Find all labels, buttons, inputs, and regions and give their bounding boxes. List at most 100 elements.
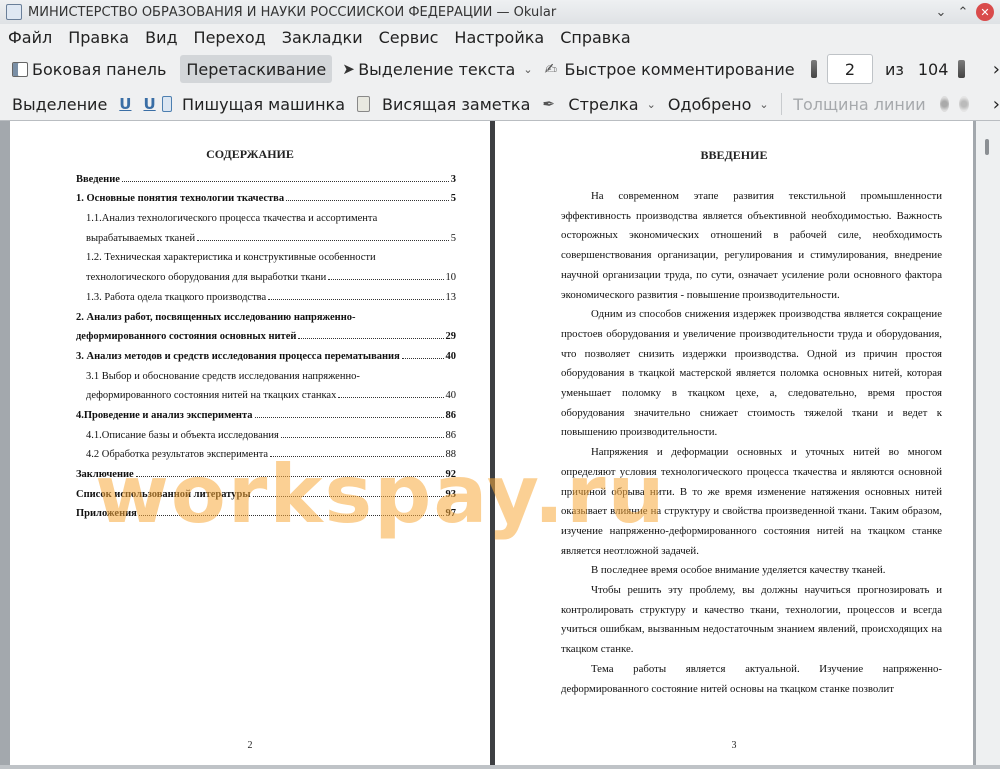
next-page-button[interactable] xyxy=(958,60,965,78)
sidebar-toggle-button[interactable]: Боковая панель xyxy=(6,55,172,83)
menu-go[interactable]: Переход xyxy=(186,28,274,47)
toc-leader-dots xyxy=(252,495,444,497)
paragraph: Чтобы решить эту проблему, вы должны нау… xyxy=(561,584,942,656)
toc-leader-dots xyxy=(298,338,444,340)
page-number: 2 xyxy=(247,740,253,751)
toc-leader-dots xyxy=(401,357,444,359)
toc-entry-text: вырабатываемых тканей xyxy=(86,232,196,244)
toc-row: 4.Проведение и анализ эксперимента 86 xyxy=(76,401,456,421)
menu-file[interactable]: Файл xyxy=(0,28,60,47)
menu-settings[interactable]: Настройка xyxy=(446,28,552,47)
chevron-down-icon[interactable]: ⌄ xyxy=(523,63,532,76)
toc-row: Приложения 97 xyxy=(76,500,456,520)
toc-entry-text: Введение xyxy=(76,173,120,185)
toolbar-overflow-icon[interactable]: › xyxy=(993,59,1000,80)
toc-leader-dots xyxy=(268,298,444,300)
highlighter-label: Выделение xyxy=(12,94,108,114)
toc-row: Введение 3 xyxy=(76,165,456,185)
note-icon xyxy=(357,96,370,112)
previous-page-button[interactable] xyxy=(810,60,818,78)
toolbar-overflow-icon[interactable]: › xyxy=(993,94,1000,115)
menu-view[interactable]: Вид xyxy=(137,28,185,47)
page-number-input[interactable]: 2 xyxy=(827,54,873,84)
stamp-tool-button[interactable]: Одобрено ⌄ xyxy=(662,90,775,118)
toc-leader-dots xyxy=(328,279,444,281)
toc-entry-text: 4.Проведение и анализ эксперимента xyxy=(76,409,253,421)
page-2: СОДЕРЖАНИЕ Введение 3 1. Основные понятия … xyxy=(10,121,490,765)
document-view[interactable]: СОДЕРЖАНИЕ Введение 3 1. Основные понятия … xyxy=(0,121,1000,765)
vertical-scrollbar[interactable] xyxy=(976,121,1000,765)
toc-row: 1.3. Работа одела ткацкого производства 1… xyxy=(76,283,456,303)
opacity-icon[interactable] xyxy=(959,96,969,112)
toc-entry-text: технологического оборудования для вырабо… xyxy=(86,272,327,284)
sidebar-label: Боковая панель xyxy=(32,59,167,79)
scrollbar-thumb[interactable] xyxy=(985,139,989,155)
toc-entry-text: Заключение xyxy=(76,469,134,480)
toc-row: 2. Анализ работ, посвященных исследовани… xyxy=(76,303,456,323)
menu-bookmarks[interactable]: Закладки xyxy=(274,28,371,47)
sidebar-icon xyxy=(12,61,28,77)
toc-page-number: 92 xyxy=(445,469,457,480)
chevron-down-icon[interactable]: ⌄ xyxy=(647,98,656,111)
toc-entry-text: деформированного состояния основных ните… xyxy=(76,331,297,343)
inline-note-button[interactable]: Висящая заметка xyxy=(351,90,536,118)
paragraph: Одним из способов снижения издержек прои… xyxy=(561,308,942,439)
line-width-control[interactable]: Толщина линии xyxy=(787,90,932,118)
highlighter-button[interactable]: Выделение xyxy=(6,90,113,118)
text-select-label: Выделение текста xyxy=(358,59,516,79)
page-3: ВВЕДЕНИЕ На современном этапе развития т… xyxy=(495,121,973,765)
intro-heading: ВВЕДЕНИЕ xyxy=(700,148,768,162)
toc-entry-text: 4.2 Обработка результатов эксперимента xyxy=(86,449,269,461)
toc-leader-dots xyxy=(280,436,444,438)
toc-page-number: 40 xyxy=(445,390,457,402)
arrow-tool-button[interactable]: ✒ Стрелка ⌄ xyxy=(536,90,661,118)
line-width-label: Толщина линии xyxy=(793,94,926,114)
toc-leader-dots xyxy=(135,476,444,477)
strikeout-icon[interactable] xyxy=(161,96,173,112)
toc-row: 3. Анализ методов и средств исследования… xyxy=(76,342,456,362)
close-icon[interactable]: ✕ xyxy=(976,3,994,21)
toc-row: 1.2. Техническая характеристика и констр… xyxy=(76,244,456,263)
quick-annotation-button[interactable]: ✍ Быстрое комментирование xyxy=(539,55,801,83)
pen-icon: ✒ xyxy=(542,95,555,113)
menu-edit[interactable]: Правка xyxy=(60,28,137,47)
of-label: из xyxy=(884,59,904,79)
minimize-icon[interactable]: ⌄ xyxy=(930,2,952,22)
page-number: 3 xyxy=(731,740,737,751)
toc-row: 4.1.Описание базы и объекта исследования… xyxy=(76,421,456,441)
typewriter-label: Пишущая машинка xyxy=(182,94,345,114)
toc-leader-dots xyxy=(197,239,449,241)
browse-tool-button[interactable]: Перетаскивание xyxy=(180,55,333,83)
toc-entry-text: 1.3. Работа одела ткацкого производства xyxy=(86,291,267,303)
menu-help[interactable]: Справка xyxy=(552,28,639,47)
status-strip xyxy=(0,765,1000,769)
toc-row: 3.1 Выбор и обоснование средств исследов… xyxy=(76,362,456,382)
toc-row: деформированного состояния основных ните… xyxy=(76,323,456,343)
toc-heading: СОДЕРЖАНИЕ xyxy=(206,147,294,161)
typewriter-button[interactable]: Пишущая машинка xyxy=(176,90,351,118)
toc-row: 4.2 Обработка результатов эксперимента 88 xyxy=(76,441,456,461)
intro-body: На современном этапе развития текстильно… xyxy=(561,187,942,699)
color-icon[interactable] xyxy=(939,96,950,112)
toc-row: технологического оборудования для вырабо… xyxy=(76,263,456,283)
toc-row: 1.1.Анализ технологического процесса тка… xyxy=(76,204,456,224)
toc-row: Список использованной литературы 93 xyxy=(76,480,456,500)
underline-icon[interactable]: U xyxy=(119,95,131,113)
toc-entry-text: 2. Анализ работ, посвященных исследовани… xyxy=(76,311,356,323)
menu-tools[interactable]: Сервис xyxy=(371,28,447,47)
annotation-icon: ✍ xyxy=(544,60,558,78)
toc-row: вырабатываемых тканей 5 xyxy=(76,224,456,244)
toc-page-number: 5 xyxy=(450,232,456,244)
arrow-tool-label: Стрелка xyxy=(568,94,639,114)
toc-page-number: 86 xyxy=(445,409,457,421)
annotation-toolbar: Выделение U U Пишущая машинка Висящая за… xyxy=(0,88,1000,121)
toc-leader-dots xyxy=(138,515,444,517)
toc-page-number: 86 xyxy=(445,429,457,441)
toc-entry-text: Приложения xyxy=(76,508,137,520)
toc-page-number: 40 xyxy=(445,350,457,362)
squiggle-icon[interactable]: U xyxy=(143,95,155,113)
toc-row: деформированного состояния нитей на ткац… xyxy=(76,382,457,402)
maximize-icon[interactable]: ⌃ xyxy=(952,2,974,22)
chevron-down-icon[interactable]: ⌄ xyxy=(759,98,768,111)
text-select-tool-button[interactable]: ➤ Выделение текста ⌄ xyxy=(336,55,538,83)
